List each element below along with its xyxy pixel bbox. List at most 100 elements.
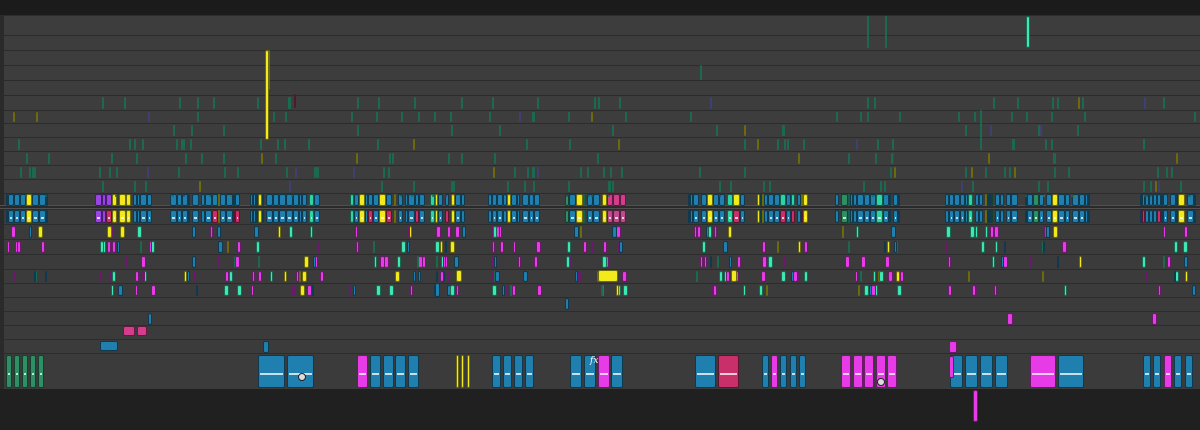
- timeline-clip[interactable]: [140, 194, 147, 206]
- timeline-clip[interactable]: [603, 167, 605, 178]
- timeline-clip[interactable]: [728, 226, 732, 238]
- timeline-clip[interactable]: [353, 285, 356, 296]
- timeline-clip[interactable]: [183, 195, 185, 197]
- timeline-clip[interactable]: [492, 97, 494, 109]
- timeline-clip[interactable]: [445, 195, 447, 197]
- timeline-clip[interactable]: [1187, 210, 1194, 223]
- timeline-clip[interactable]: [949, 341, 957, 353]
- timeline-clip[interactable]: [187, 271, 190, 282]
- timeline-clip[interactable]: [798, 271, 800, 282]
- timeline-clip[interactable]: [1157, 167, 1159, 178]
- timeline-clip[interactable]: [275, 153, 277, 164]
- timeline-clip[interactable]: [974, 112, 976, 122]
- timeline-clip[interactable]: [1072, 210, 1079, 223]
- timeline-clip[interactable]: [140, 210, 147, 223]
- timeline-clip[interactable]: [700, 65, 702, 80]
- timeline-clip[interactable]: [137, 226, 142, 238]
- timeline-clip[interactable]: [213, 97, 215, 109]
- timeline-clip[interactable]: [394, 210, 396, 223]
- video-track[interactable]: [0, 50, 1200, 65]
- timeline-clip[interactable]: [388, 167, 390, 178]
- timeline-clip[interactable]: [314, 194, 320, 206]
- timeline-clip[interactable]: [112, 226, 114, 238]
- timeline-clip[interactable]: [147, 167, 149, 178]
- timeline-clip[interactable]: [263, 341, 269, 353]
- timeline-clip[interactable]: [836, 112, 838, 122]
- timeline-clip[interactable]: [575, 271, 578, 282]
- timeline-clip[interactable]: [622, 271, 627, 282]
- timeline-clip[interactable]: [993, 97, 995, 109]
- timeline-clip[interactable]: [845, 256, 850, 268]
- timeline-clip[interactable]: [537, 97, 539, 109]
- timeline-clip[interactable]: [107, 226, 112, 238]
- timeline-clip[interactable]: [268, 50, 270, 90]
- timeline-clip[interactable]: [389, 285, 394, 296]
- timeline-clip[interactable]: [613, 194, 620, 206]
- timeline-clip[interactable]: [438, 194, 443, 206]
- timeline-clip[interactable]: [201, 153, 203, 164]
- timeline-clip[interactable]: [489, 112, 491, 122]
- timeline-clip[interactable]: [593, 194, 600, 206]
- timeline-clip[interactable]: [519, 112, 521, 122]
- timeline-clip[interactable]: [879, 271, 884, 282]
- timeline-clip[interactable]: [889, 194, 891, 206]
- timeline-clip[interactable]: [990, 226, 994, 238]
- timeline-clip[interactable]: [134, 181, 136, 192]
- timeline-clip[interactable]: [1058, 210, 1065, 223]
- timeline-clip[interactable]: [356, 241, 359, 253]
- timeline-clip[interactable]: [976, 285, 978, 296]
- timeline-clip[interactable]: [697, 226, 701, 238]
- timeline-clip[interactable]: [499, 226, 502, 238]
- timeline-clip[interactable]: [726, 271, 730, 282]
- timeline-clip[interactable]: [835, 210, 839, 223]
- timeline-clip[interactable]: [22, 355, 28, 388]
- timeline-clip[interactable]: [401, 241, 406, 253]
- timeline-clip[interactable]: [771, 355, 778, 388]
- timeline-clip[interactable]: [613, 210, 620, 223]
- timeline-clip[interactable]: [13, 271, 15, 282]
- timeline-clip[interactable]: [898, 194, 900, 206]
- timeline-clip[interactable]: [1011, 210, 1018, 223]
- timeline-clip[interactable]: [1194, 210, 1196, 223]
- timeline-panel[interactable]: fx: [0, 0, 1200, 430]
- timeline-clip[interactable]: [885, 16, 887, 48]
- timeline-clip[interactable]: [602, 256, 607, 268]
- timeline-clip[interactable]: [841, 210, 848, 223]
- timeline-clip[interactable]: [370, 355, 381, 388]
- timeline-clip[interactable]: [418, 271, 421, 282]
- timeline-clip[interactable]: [971, 167, 973, 178]
- timeline-clip[interactable]: [1047, 181, 1049, 192]
- timeline-clip[interactable]: [188, 210, 190, 223]
- timeline-clip[interactable]: [1017, 97, 1019, 109]
- timeline-clip[interactable]: [252, 271, 255, 282]
- timeline-clip[interactable]: [112, 210, 117, 223]
- timeline-clip[interactable]: [394, 194, 396, 206]
- timeline-clip[interactable]: [436, 271, 438, 282]
- timeline-clip[interactable]: [1188, 195, 1190, 197]
- timeline-clip[interactable]: [973, 390, 978, 422]
- timeline-clip[interactable]: [598, 97, 600, 109]
- timeline-clip[interactable]: [227, 241, 229, 253]
- timeline-clip[interactable]: [450, 285, 455, 296]
- timeline-clip[interactable]: [534, 210, 540, 223]
- timeline-clip[interactable]: [455, 226, 460, 238]
- timeline-clip[interactable]: [419, 194, 425, 206]
- timeline-clip[interactable]: [299, 271, 301, 282]
- timeline-clip[interactable]: [374, 256, 377, 268]
- video-track[interactable]: [0, 35, 1200, 50]
- timeline-clip[interactable]: [1078, 97, 1080, 109]
- timeline-clip[interactable]: [1143, 355, 1151, 388]
- timeline-clip[interactable]: [867, 16, 869, 48]
- timeline-clip[interactable]: [1014, 167, 1016, 178]
- timeline-clip[interactable]: [702, 241, 706, 253]
- timeline-clip[interactable]: [1183, 241, 1188, 253]
- timeline-clip[interactable]: [864, 195, 866, 197]
- timeline-clip[interactable]: [898, 210, 900, 223]
- timeline-clip[interactable]: [6, 355, 12, 388]
- timeline-clip[interactable]: [226, 210, 233, 223]
- timeline-clip[interactable]: [625, 112, 627, 122]
- timeline-clip[interactable]: [566, 195, 568, 197]
- timeline-clip[interactable]: [237, 241, 241, 253]
- timeline-clip[interactable]: [308, 139, 310, 150]
- timeline-clip[interactable]: [218, 241, 223, 253]
